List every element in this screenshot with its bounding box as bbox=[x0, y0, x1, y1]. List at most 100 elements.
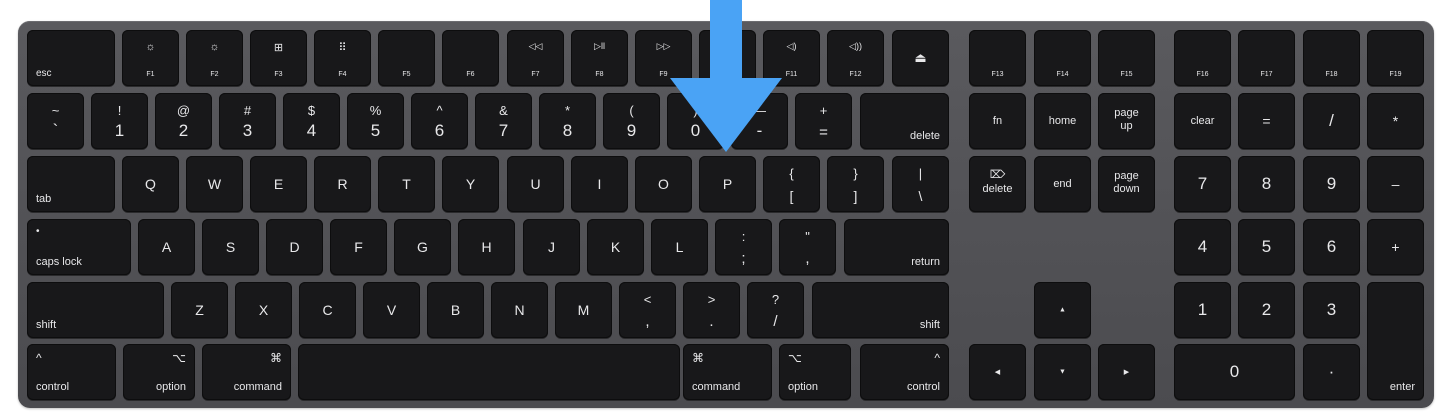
key-f13[interactable]: F13 bbox=[969, 30, 1026, 86]
key-f3[interactable]: ⊞ F3 bbox=[250, 30, 307, 86]
key-f18[interactable]: F18 bbox=[1303, 30, 1360, 86]
key-9[interactable]: ( 9 bbox=[603, 93, 660, 149]
key-fn[interactable]: fn bbox=[969, 93, 1026, 149]
key-numpad-6[interactable]: 6 bbox=[1303, 219, 1360, 275]
key-f6[interactable]: F6 bbox=[442, 30, 499, 86]
key-right-option[interactable]: ⌥ option bbox=[779, 344, 851, 400]
key-home[interactable]: home bbox=[1034, 93, 1091, 149]
key-numpad-equals[interactable]: = bbox=[1238, 93, 1295, 149]
key-minus[interactable]: — - bbox=[731, 93, 788, 149]
key-numpad-5[interactable]: 5 bbox=[1238, 219, 1295, 275]
key-f11[interactable]: ◁) F11 bbox=[763, 30, 820, 86]
key-n[interactable]: N bbox=[491, 282, 548, 338]
key-f14[interactable]: F14 bbox=[1034, 30, 1091, 86]
key-left-shift[interactable]: shift bbox=[27, 282, 164, 338]
key-left-command[interactable]: ⌘ command bbox=[202, 344, 291, 400]
key-b[interactable]: B bbox=[427, 282, 484, 338]
key-page-down[interactable]: page down bbox=[1098, 156, 1155, 212]
key-right-shift[interactable]: shift bbox=[812, 282, 949, 338]
key-q[interactable]: Q bbox=[122, 156, 179, 212]
key-f7[interactable]: ◁◁ F7 bbox=[507, 30, 564, 86]
key-right-control[interactable]: ^ control bbox=[860, 344, 949, 400]
key-space[interactable] bbox=[298, 344, 680, 400]
key-numpad-divide[interactable]: / bbox=[1303, 93, 1360, 149]
key-r[interactable]: R bbox=[314, 156, 371, 212]
key-7[interactable]: & 7 bbox=[475, 93, 532, 149]
key-f9[interactable]: ▷▷ F9 bbox=[635, 30, 692, 86]
key-arrow-down[interactable]: ▼ bbox=[1034, 344, 1091, 400]
key-caps-lock[interactable]: • caps lock bbox=[27, 219, 131, 275]
key-numpad-3[interactable]: 3 bbox=[1303, 282, 1360, 338]
key-page-up[interactable]: page up bbox=[1098, 93, 1155, 149]
key-numpad-plus[interactable]: + bbox=[1367, 219, 1424, 275]
key-2[interactable]: @ 2 bbox=[155, 93, 212, 149]
key-k[interactable]: K bbox=[587, 219, 644, 275]
key-semicolon[interactable]: : ; bbox=[715, 219, 772, 275]
key-period[interactable]: > . bbox=[683, 282, 740, 338]
key-u[interactable]: U bbox=[507, 156, 564, 212]
key-quote[interactable]: " , bbox=[779, 219, 836, 275]
key-backslash[interactable]: | \ bbox=[892, 156, 949, 212]
key-t[interactable]: T bbox=[378, 156, 435, 212]
key-g[interactable]: G bbox=[394, 219, 451, 275]
key-clear[interactable]: clear bbox=[1174, 93, 1231, 149]
key-esc[interactable]: esc bbox=[27, 30, 115, 86]
key-numpad-9[interactable]: 9 bbox=[1303, 156, 1360, 212]
key-h[interactable]: H bbox=[458, 219, 515, 275]
key-numpad-4[interactable]: 4 bbox=[1174, 219, 1231, 275]
key-forward-delete[interactable]: ⌦ delete bbox=[969, 156, 1026, 212]
key-numpad-1[interactable]: 1 bbox=[1174, 282, 1231, 338]
key-left-control[interactable]: ^ control bbox=[27, 344, 116, 400]
key-arrow-up[interactable]: ▲ bbox=[1034, 282, 1091, 338]
key-numpad-decimal[interactable]: · bbox=[1303, 344, 1360, 400]
key-f17[interactable]: F17 bbox=[1238, 30, 1295, 86]
key-left-bracket[interactable]: { [ bbox=[763, 156, 820, 212]
key-o[interactable]: O bbox=[635, 156, 692, 212]
key-delete[interactable]: delete bbox=[860, 93, 949, 149]
key-8[interactable]: * 8 bbox=[539, 93, 596, 149]
key-v[interactable]: V bbox=[363, 282, 420, 338]
key-equals[interactable]: + = bbox=[795, 93, 852, 149]
key-f1[interactable]: ☼ F1 bbox=[122, 30, 179, 86]
key-f2[interactable]: ☼ F2 bbox=[186, 30, 243, 86]
key-f12[interactable]: ◁)) F12 bbox=[827, 30, 884, 86]
key-return[interactable]: return bbox=[844, 219, 949, 275]
key-f4[interactable]: ⠿ F4 bbox=[314, 30, 371, 86]
key-right-bracket[interactable]: } ] bbox=[827, 156, 884, 212]
key-l[interactable]: L bbox=[651, 219, 708, 275]
key-eject[interactable]: ⏏ bbox=[892, 30, 949, 86]
key-end[interactable]: end bbox=[1034, 156, 1091, 212]
key-j[interactable]: J bbox=[523, 219, 580, 275]
key-w[interactable]: W bbox=[186, 156, 243, 212]
key-5[interactable]: % 5 bbox=[347, 93, 404, 149]
key-numpad-2[interactable]: 2 bbox=[1238, 282, 1295, 338]
key-tab[interactable]: tab bbox=[27, 156, 115, 212]
key-6[interactable]: ^ 6 bbox=[411, 93, 468, 149]
key-i[interactable]: I bbox=[571, 156, 628, 212]
key-p[interactable]: P bbox=[699, 156, 756, 212]
key-right-command[interactable]: ⌘ command bbox=[683, 344, 772, 400]
key-numpad-minus[interactable]: – bbox=[1367, 156, 1424, 212]
key-arrow-right[interactable]: ▶ bbox=[1098, 344, 1155, 400]
key-arrow-left[interactable]: ◀ bbox=[969, 344, 1026, 400]
key-numpad-7[interactable]: 7 bbox=[1174, 156, 1231, 212]
key-e[interactable]: E bbox=[250, 156, 307, 212]
key-0[interactable]: ) 0 bbox=[667, 93, 724, 149]
key-y[interactable]: Y bbox=[442, 156, 499, 212]
key-numpad-8[interactable]: 8 bbox=[1238, 156, 1295, 212]
key-m[interactable]: M bbox=[555, 282, 612, 338]
key-f10[interactable]: F10 bbox=[699, 30, 756, 86]
key-f15[interactable]: F15 bbox=[1098, 30, 1155, 86]
key-x[interactable]: X bbox=[235, 282, 292, 338]
key-f16[interactable]: F16 bbox=[1174, 30, 1231, 86]
key-1[interactable]: ! 1 bbox=[91, 93, 148, 149]
key-c[interactable]: C bbox=[299, 282, 356, 338]
key-numpad-multiply[interactable]: * bbox=[1367, 93, 1424, 149]
key-4[interactable]: $ 4 bbox=[283, 93, 340, 149]
key-slash[interactable]: ? / bbox=[747, 282, 804, 338]
key-s[interactable]: S bbox=[202, 219, 259, 275]
key-f19[interactable]: F19 bbox=[1367, 30, 1424, 86]
key-a[interactable]: A bbox=[138, 219, 195, 275]
key-backtick[interactable]: ~ ` bbox=[27, 93, 84, 149]
key-3[interactable]: # 3 bbox=[219, 93, 276, 149]
